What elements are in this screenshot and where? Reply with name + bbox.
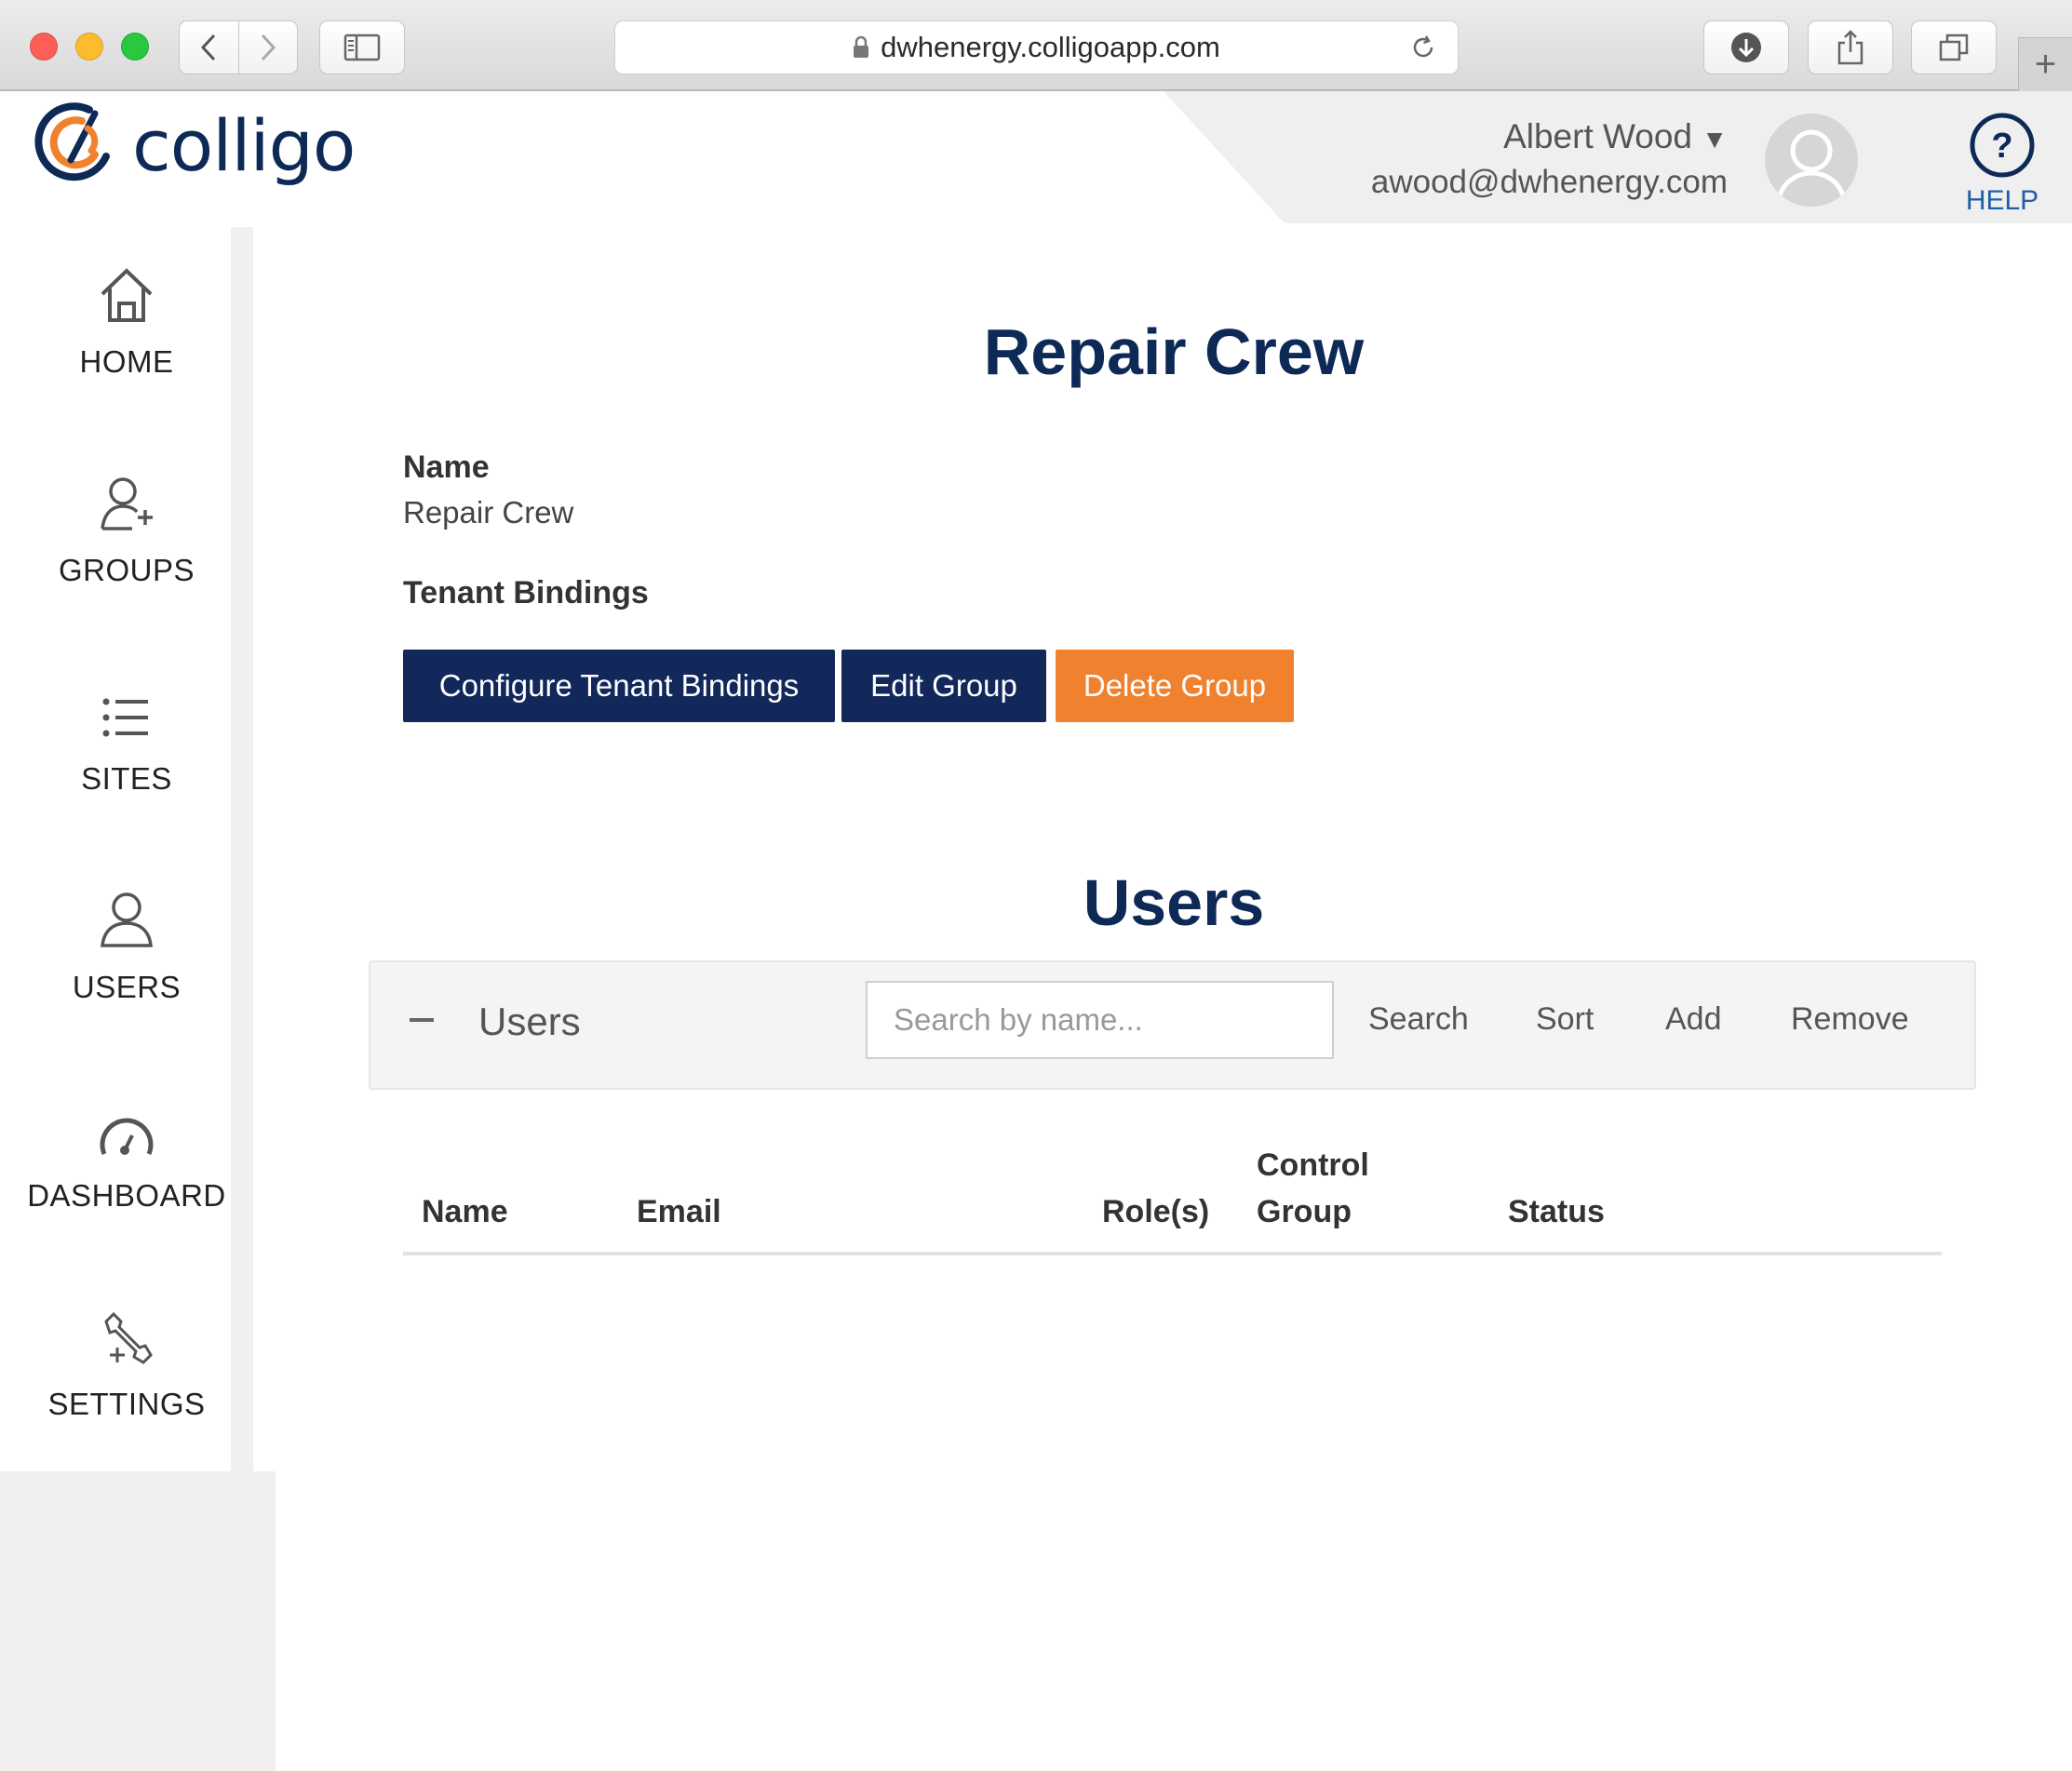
help-icon: ? — [1970, 113, 2035, 178]
column-header-roles[interactable]: Role(s) — [1102, 1188, 1209, 1235]
nav-item-dashboard[interactable]: DASHBOARD — [0, 1091, 253, 1214]
tools-icon — [0, 1299, 253, 1366]
app-header: colligo Albert Wood ▼ awood@dwhenergy.co… — [0, 91, 2072, 227]
avatar[interactable] — [1765, 114, 1858, 207]
users-panel-header: Users Search Sort Add Remove — [369, 960, 1976, 1090]
address-bar[interactable]: dwhenergy.colligoapp.com — [614, 20, 1459, 74]
sidebar-toggle-button[interactable] — [319, 20, 405, 74]
history-nav-group — [179, 20, 298, 74]
edit-group-button[interactable]: Edit Group — [841, 650, 1046, 722]
user-email: awood@dwhenergy.com — [1370, 164, 1728, 200]
column-header-control-group-line1[interactable]: Control — [1257, 1142, 1369, 1188]
search-button[interactable]: Search — [1368, 1001, 1469, 1038]
nav-label-settings: SETTINGS — [47, 1387, 206, 1421]
nav-label-groups: GROUPS — [58, 553, 195, 587]
downloads-button[interactable] — [1703, 20, 1789, 74]
colligo-logo[interactable]: colligo — [34, 101, 356, 190]
delete-group-button[interactable]: Delete Group — [1056, 650, 1294, 722]
chevron-right-icon — [261, 34, 276, 61]
sort-button[interactable]: Sort — [1536, 1001, 1594, 1038]
collapse-icon[interactable] — [410, 1018, 434, 1022]
zoom-window-button[interactable] — [121, 33, 149, 60]
users-panel-title: Users — [478, 1000, 581, 1043]
add-user-icon — [0, 465, 253, 532]
users-table-header: Name Email Role(s) Control Group Status — [403, 1140, 1942, 1255]
default-avatar-icon — [1775, 129, 1848, 204]
nav-item-sites[interactable]: SITES — [0, 674, 253, 797]
home-icon — [0, 257, 253, 324]
forward-button[interactable] — [237, 21, 297, 74]
nav-label-users: USERS — [72, 970, 182, 1004]
list-icon — [0, 674, 253, 741]
help-button[interactable]: ? HELP — [1960, 112, 2044, 217]
search-input[interactable] — [866, 981, 1334, 1059]
gauge-icon — [0, 1091, 253, 1158]
tabs-icon — [1939, 34, 1969, 61]
name-label: Name — [403, 449, 490, 485]
show-tabs-button[interactable] — [1911, 20, 1997, 74]
caret-down-icon: ▼ — [1702, 125, 1728, 154]
nav-item-groups[interactable]: GROUPS — [0, 465, 253, 588]
remove-button[interactable]: Remove — [1791, 1001, 1909, 1038]
nav-item-settings[interactable]: SETTINGS — [0, 1299, 253, 1422]
column-header-control-group-line2[interactable]: Group — [1257, 1188, 1352, 1235]
logo-wordmark: colligo — [132, 103, 356, 187]
side-nav: HOME GROUPS SITES USERS DASHBOARD SETTIN… — [0, 227, 253, 1471]
user-name: Albert Wood — [1503, 117, 1692, 155]
column-header-email[interactable]: Email — [637, 1188, 721, 1235]
nav-label-sites: SITES — [81, 761, 172, 796]
new-tab-button[interactable]: + — [2018, 37, 2072, 91]
user-panel — [1164, 91, 2072, 223]
tenant-bindings-label: Tenant Bindings — [403, 575, 649, 610]
colligo-logo-mark — [34, 102, 110, 181]
page-title: Repair Crew — [983, 315, 1365, 388]
address-text: dwhenergy.colligoapp.com — [881, 31, 1220, 63]
lock-icon — [853, 36, 869, 59]
nav-item-home[interactable]: HOME — [0, 257, 253, 380]
help-icon-glyph: ? — [1991, 127, 2012, 166]
close-window-button[interactable] — [30, 33, 58, 60]
user-menu[interactable]: Albert Wood ▼ — [1503, 117, 1728, 156]
side-nav-filler — [0, 1471, 276, 1771]
sidebar-icon — [343, 34, 381, 61]
help-label: HELP — [1965, 185, 2039, 216]
share-button[interactable] — [1808, 20, 1893, 74]
nav-item-users[interactable]: USERS — [0, 882, 253, 1005]
share-icon — [1837, 30, 1863, 65]
chevron-left-icon — [201, 34, 216, 61]
users-section-title: Users — [1083, 866, 1265, 939]
minimize-window-button[interactable] — [75, 33, 103, 60]
name-value: Repair Crew — [403, 495, 574, 530]
browser-toolbar: dwhenergy.colligoapp.com + — [0, 0, 2072, 91]
column-header-name[interactable]: Name — [422, 1188, 508, 1235]
column-header-status[interactable]: Status — [1508, 1188, 1605, 1235]
back-button[interactable] — [180, 21, 238, 74]
nav-label-home: HOME — [79, 344, 174, 379]
user-icon — [0, 882, 253, 949]
nav-label-dashboard: DASHBOARD — [27, 1178, 226, 1213]
add-button[interactable]: Add — [1665, 1001, 1722, 1038]
reload-icon[interactable] — [1409, 34, 1437, 69]
configure-tenant-bindings-button[interactable]: Configure Tenant Bindings — [403, 650, 835, 722]
download-icon — [1731, 33, 1761, 62]
